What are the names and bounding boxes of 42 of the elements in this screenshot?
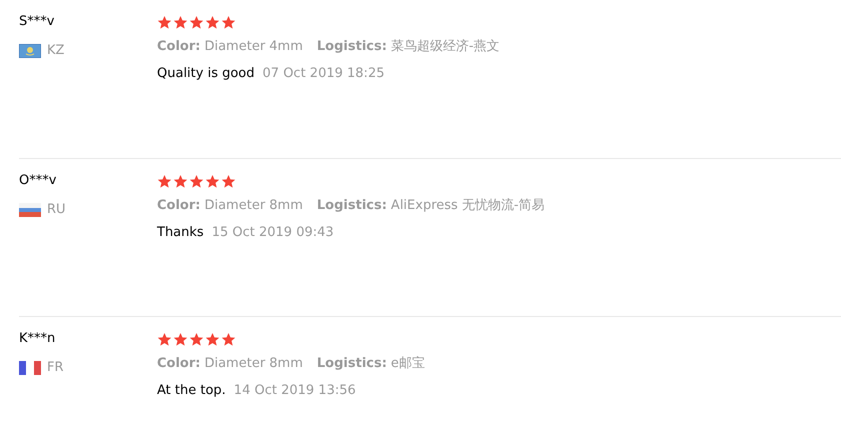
star-icon bbox=[189, 174, 204, 189]
review-date: 07 Oct 2019 18:25 bbox=[262, 65, 384, 83]
attribute-label: Logistics: bbox=[316, 197, 387, 215]
attribute-label: Logistics: bbox=[316, 355, 387, 373]
review-date: 14 Oct 2019 13:56 bbox=[234, 382, 356, 400]
reviewer-name: K***n bbox=[19, 330, 56, 348]
attribute-value: e邮宝 bbox=[390, 355, 425, 373]
attribute-value: Diameter 4mm bbox=[204, 38, 303, 56]
star-icon bbox=[205, 15, 220, 30]
star-icon bbox=[173, 174, 188, 189]
attribute-value: 菜鸟超级经济-燕文 bbox=[390, 38, 500, 56]
star-icon bbox=[173, 15, 188, 30]
star-icon bbox=[189, 332, 204, 347]
star-icon bbox=[157, 174, 172, 189]
star-icon bbox=[157, 15, 172, 30]
star-icon bbox=[189, 15, 204, 30]
review-date: 15 Oct 2019 09:43 bbox=[212, 224, 334, 242]
attribute-value: Diameter 8mm bbox=[204, 355, 303, 373]
reviewer-name: O***v bbox=[19, 172, 58, 190]
star-icon bbox=[221, 15, 236, 30]
attribute-label: Logistics: bbox=[316, 38, 387, 56]
flag-icon bbox=[19, 203, 41, 217]
flag-icon bbox=[19, 361, 41, 375]
star-icon bbox=[173, 332, 188, 347]
reviewer-name: S***v bbox=[19, 13, 56, 31]
attribute-value: AliExpress 无忧物流-简易 bbox=[390, 197, 545, 215]
country-code: FR bbox=[47, 359, 64, 377]
review-comment: At the top. bbox=[157, 382, 226, 400]
country-code: RU bbox=[47, 201, 66, 219]
star-icon bbox=[205, 332, 220, 347]
star-icon bbox=[221, 174, 236, 189]
star-icon bbox=[221, 332, 236, 347]
attribute-value: Diameter 8mm bbox=[204, 197, 303, 215]
star-icon bbox=[157, 332, 172, 347]
star-icon bbox=[205, 174, 220, 189]
review-comment: Quality is good bbox=[157, 65, 255, 83]
country-code: KZ bbox=[47, 42, 64, 60]
flag-icon bbox=[19, 44, 41, 58]
attribute-label: Color: bbox=[157, 197, 200, 215]
review-comment: Thanks bbox=[157, 224, 204, 242]
attribute-label: Color: bbox=[157, 355, 200, 373]
attribute-label: Color: bbox=[157, 38, 200, 56]
